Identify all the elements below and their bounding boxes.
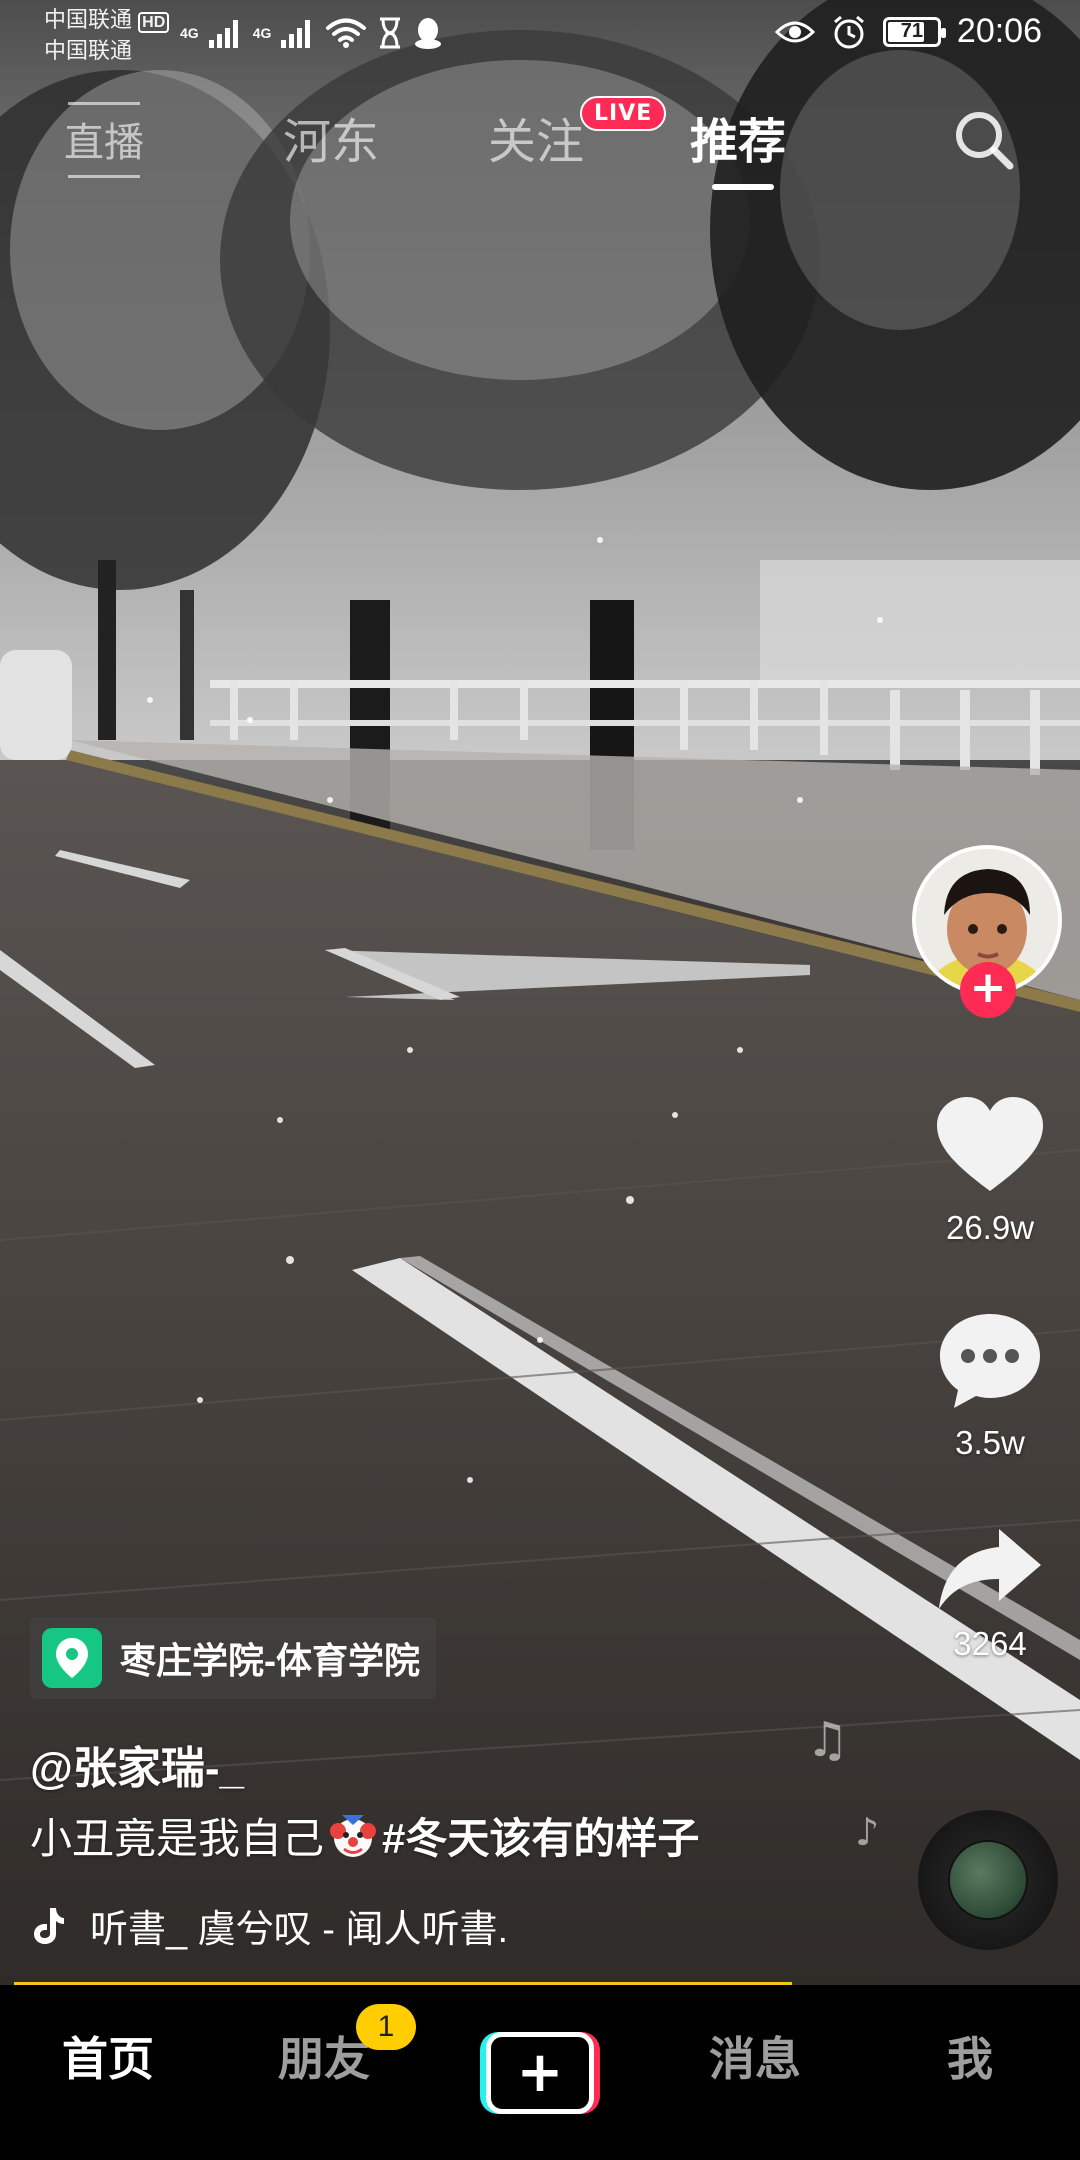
search-button[interactable]	[952, 108, 1016, 172]
author-avatar-group: +	[912, 845, 1068, 1018]
tab-city-label: 河东	[283, 116, 380, 169]
plus-icon: +	[486, 2032, 594, 2114]
battery-icon: 71	[882, 16, 946, 47]
caption-hashtag[interactable]: #冬天该有的样子	[382, 1805, 699, 1866]
signal-icon	[281, 20, 311, 48]
comment-count: 3.5w	[955, 1424, 1025, 1461]
tab-live-decoration	[68, 175, 140, 178]
video-caption: 小丑竟是我自己 #冬天该有的样子	[30, 1805, 699, 1866]
tab-following[interactable]: 关注	[488, 102, 584, 172]
active-tab-indicator	[712, 184, 774, 190]
nav-messages[interactable]: 消息	[709, 2023, 801, 2089]
friends-notification-badge: 1	[356, 2004, 416, 2050]
music-info[interactable]: 听書_ 虞兮叹 - 闻人听書.	[30, 1898, 508, 1953]
signal-indicators: 4G 4G	[180, 16, 443, 50]
music-disc-icon	[948, 1840, 1028, 1920]
wifi-icon	[326, 18, 367, 48]
tab-city[interactable]: 河东	[283, 102, 379, 172]
live-badge: LIVE	[580, 96, 667, 131]
carrier-2-label: 中国联通	[44, 38, 133, 63]
eye-icon	[774, 21, 815, 42]
music-note-icon: ♫	[806, 1712, 850, 1768]
status-right-group: 71 20:06	[774, 12, 1042, 51]
like-button[interactable]: 26.9w	[912, 1095, 1068, 1247]
qq-icon	[415, 18, 442, 49]
nav-home[interactable]: 首页	[62, 2023, 154, 2089]
tab-live-decoration	[68, 102, 140, 105]
tab-following-label: 关注	[488, 116, 585, 169]
top-tab-bar: 直播 河东 关注 LIVE 推荐	[0, 92, 1080, 192]
music-title: 听書_ 虞兮叹 - 闻人听書.	[90, 1909, 509, 1951]
caption-text: 小丑竟是我自己	[30, 1815, 325, 1862]
music-note-icon: ♪	[855, 1810, 880, 1854]
network-2-label: 4G	[252, 25, 272, 41]
nav-me[interactable]: 我	[947, 2023, 993, 2089]
music-disc-button[interactable]	[918, 1810, 1058, 1950]
carrier-1-label: 中国联通	[44, 7, 133, 32]
clown-emoji-icon	[330, 1814, 377, 1857]
heart-icon	[937, 1097, 1043, 1191]
create-video-button[interactable]: +	[480, 2032, 600, 2114]
tab-live[interactable]: 直播	[64, 102, 144, 178]
battery-level: 71	[900, 20, 924, 42]
tiktok-note-icon	[34, 1907, 64, 1944]
comment-icon	[940, 1314, 1040, 1408]
tab-recommended-label: 推荐	[690, 116, 787, 169]
signal-icon	[208, 20, 238, 48]
location-pin-icon	[42, 1628, 102, 1688]
share-count: 3264	[953, 1625, 1027, 1662]
search-icon	[956, 112, 1014, 170]
share-icon	[939, 1529, 1041, 1609]
tab-live-label: 直播	[64, 121, 144, 165]
tab-recommended[interactable]: 推荐	[690, 102, 787, 190]
follow-button[interactable]: +	[960, 962, 1016, 1018]
author-name[interactable]: @张家瑞-_	[30, 1732, 244, 1796]
carrier-info: 中国联通 HD 中国联通	[44, 6, 170, 65]
share-button[interactable]: 3264	[912, 1525, 1068, 1663]
clock: 20:06	[956, 12, 1042, 50]
location-label: 枣庄学院-体育学院	[120, 1640, 420, 1681]
alarm-icon	[833, 15, 864, 48]
status-bar: 中国联通 HD 中国联通 4G 4G 71 20:06	[0, 0, 1080, 72]
hd-icon: HD	[138, 12, 170, 33]
comment-button[interactable]: 3.5w	[912, 1310, 1068, 1462]
hourglass-icon	[380, 17, 401, 49]
location-tag[interactable]: 枣庄学院-体育学院	[30, 1617, 436, 1699]
network-1-label: 4G	[180, 25, 199, 41]
like-count: 26.9w	[945, 1209, 1035, 1246]
